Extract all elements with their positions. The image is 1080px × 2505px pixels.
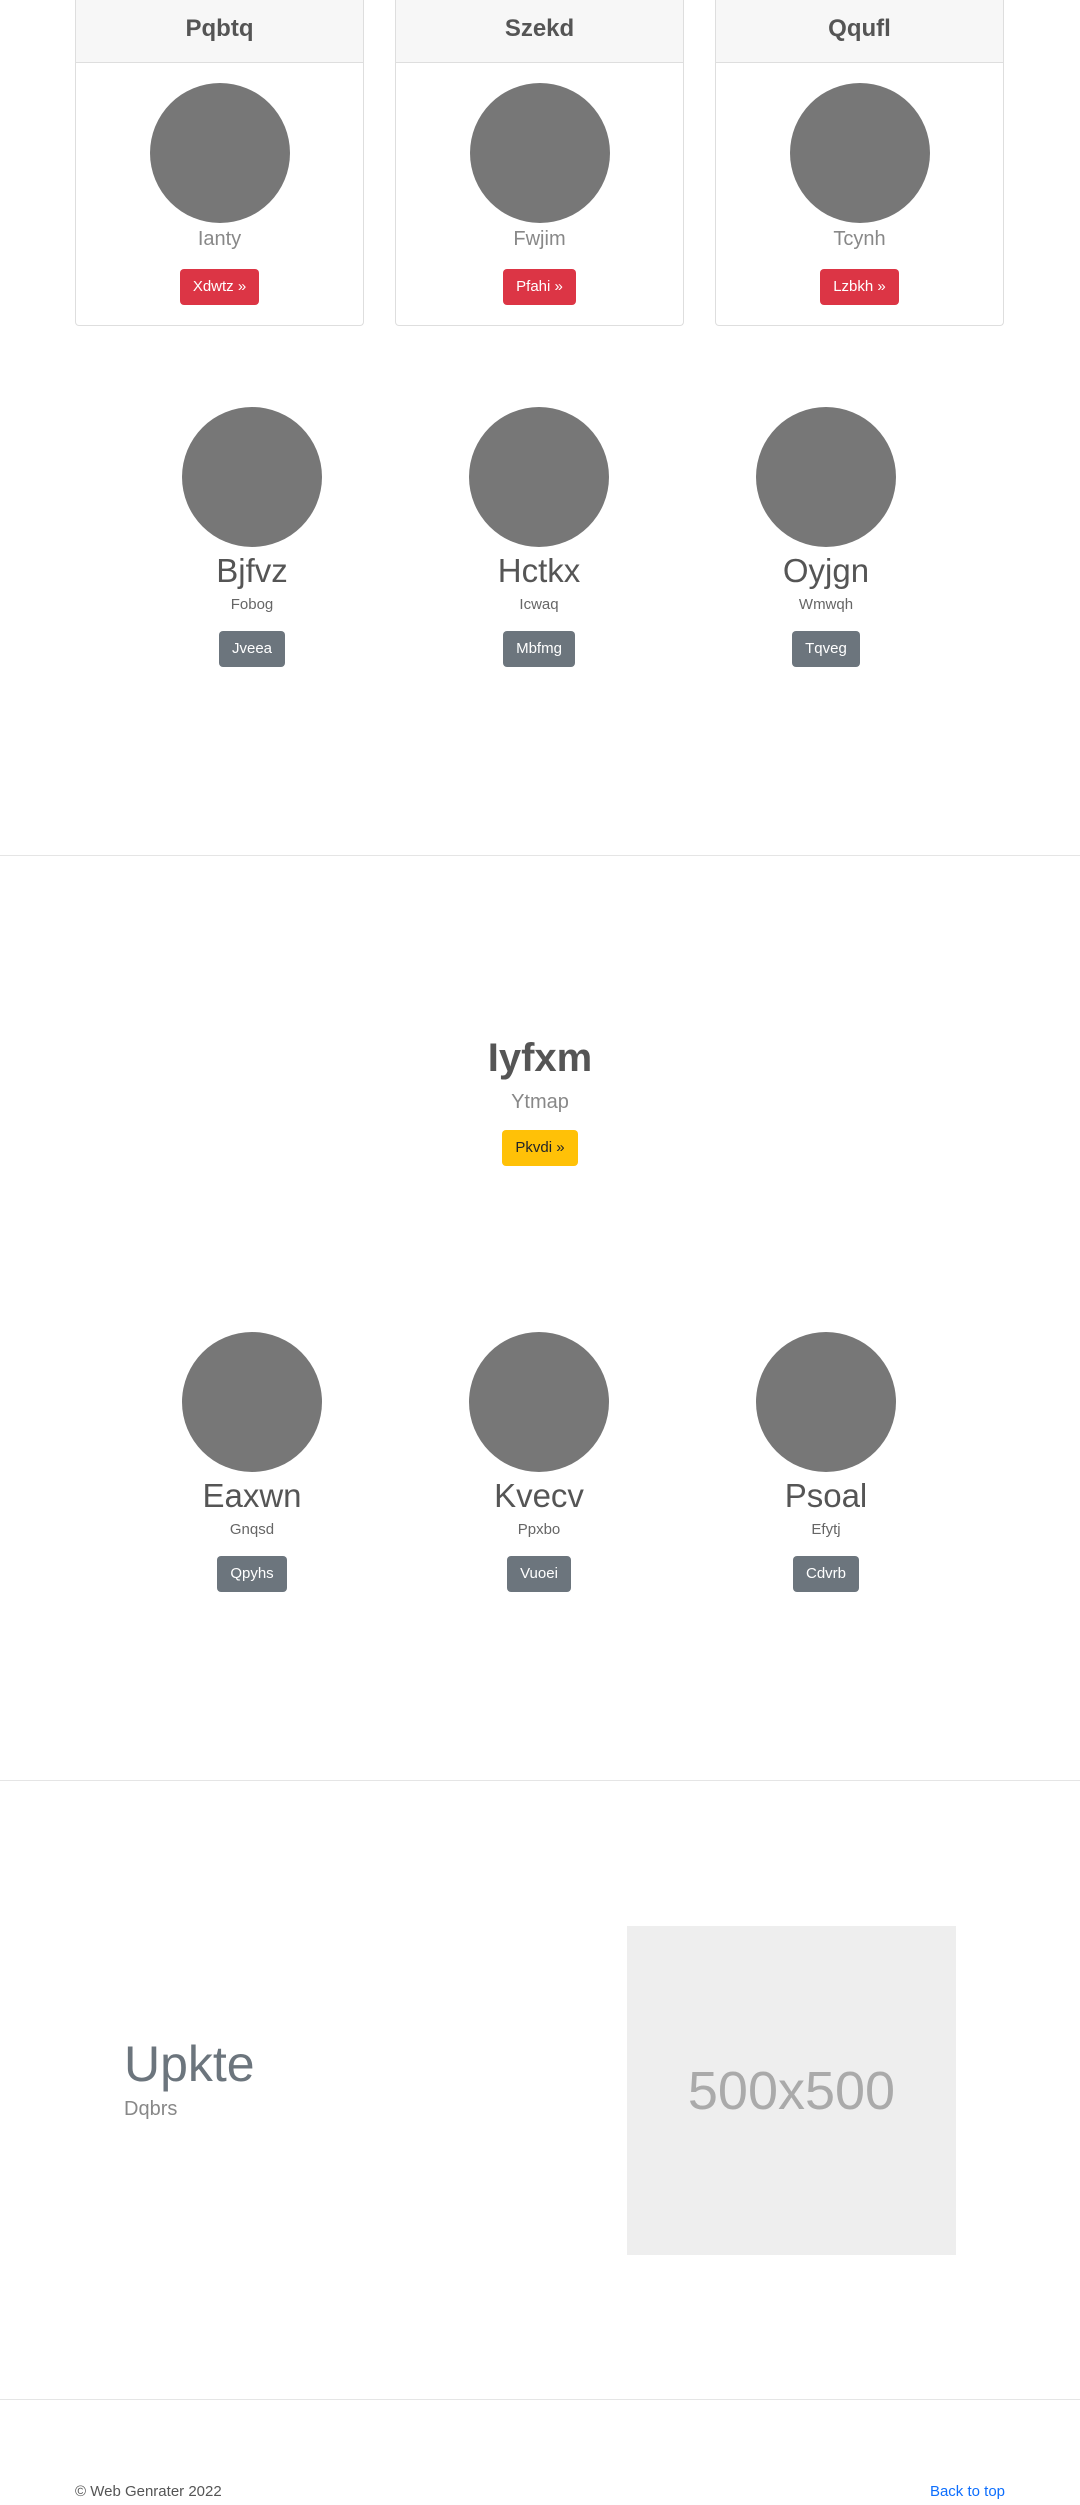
feature-text: Upkte Dqbrs — [124, 2034, 255, 2122]
feature-title: Upkte — [124, 2036, 255, 2092]
circle-title: Hctkx — [497, 552, 581, 589]
circle-subtitle: Gnqsd — [229, 1521, 275, 1538]
circle-title: Kvecv — [494, 1477, 584, 1514]
circle-subtitle: Fobog — [230, 596, 274, 613]
avatar-placeholder — [789, 83, 930, 223]
circle-button[interactable]: Jveea — [218, 631, 286, 667]
card-row: Pqbtq Ianty Xdwtz » Szekd Fwjim Pfahi » … — [75, 0, 1005, 328]
feature-subtitle: Dqbrs — [124, 2098, 178, 2120]
card-header: Szekd — [396, 0, 683, 63]
card-header: Qqufl — [716, 0, 1003, 63]
card-1: Pqbtq Ianty Xdwtz » — [75, 0, 364, 326]
circle-title: Eaxwn — [202, 1477, 302, 1514]
circle-subtitle: Efytj — [811, 1521, 841, 1538]
circle-button[interactable]: Mbfmg — [503, 631, 575, 667]
avatar-placeholder — [149, 83, 290, 223]
circle-subtitle: Wmwqh — [798, 596, 854, 613]
footer-copyright: © Web Genrater 2022 — [75, 2483, 222, 2500]
card-subtitle: Fwjim — [513, 228, 566, 250]
card-2: Szekd Fwjim Pfahi » — [395, 0, 684, 326]
footer-divider — [0, 2399, 1080, 2400]
circle-button[interactable]: Cdvrb — [792, 1556, 859, 1592]
avatar-placeholder — [182, 1332, 322, 1472]
hero-button[interactable]: Pkvdi » — [502, 1130, 578, 1166]
avatar-placeholder — [469, 407, 609, 547]
circle-title: Psoal — [784, 1477, 868, 1514]
card-3: Qqufl Tcynh Lzbkh » — [715, 0, 1004, 326]
back-to-top-link[interactable]: Back to top — [930, 2482, 1005, 2502]
card-subtitle: Tcynh — [833, 228, 886, 250]
circle-item: Psoal Efytj Cdvrb — [706, 1332, 946, 1592]
circle-button[interactable]: Tqveg — [792, 631, 860, 667]
avatar-placeholder — [182, 407, 322, 547]
image-placeholder: 500x500 — [627, 1926, 956, 2255]
card-1-button[interactable]: Xdwtz » — [179, 269, 260, 305]
section-divider — [0, 1780, 1080, 1781]
circle-item: Eaxwn Gnqsd Qpyhs — [132, 1332, 372, 1592]
circle-item: Hctkx Icwaq Mbfmg — [419, 407, 659, 667]
circle-button[interactable]: Vuoei — [507, 1556, 571, 1592]
card-header: Pqbtq — [76, 0, 363, 63]
avatar-placeholder — [756, 407, 896, 547]
card-2-button[interactable]: Pfahi » — [503, 269, 576, 305]
circle-item: Oyjgn Wmwqh Tqveg — [706, 407, 946, 667]
circle-item: Bjfvz Fobog Jveea — [132, 407, 372, 667]
card-subtitle: Ianty — [197, 228, 242, 250]
circle-title: Bjfvz — [216, 552, 288, 589]
hero-section: Iyfxm Ytmap Pkvdi » — [0, 1030, 1080, 1166]
avatar-placeholder — [469, 83, 610, 223]
circle-subtitle: Ppxbo — [517, 1521, 561, 1538]
circle-item: Kvecv Ppxbo Vuoei — [419, 1332, 659, 1592]
section-divider — [0, 855, 1080, 856]
hero-subtitle: Ytmap — [511, 1091, 569, 1113]
image-placeholder-label: 500x500 — [687, 2060, 896, 2121]
circle-button[interactable]: Qpyhs — [217, 1556, 287, 1592]
circle-subtitle: Icwaq — [519, 596, 559, 613]
hero-title: Iyfxm — [487, 1036, 593, 1080]
avatar-placeholder — [469, 1332, 609, 1472]
avatar-placeholder — [756, 1332, 896, 1472]
card-3-button[interactable]: Lzbkh » — [820, 269, 899, 305]
circle-title: Oyjgn — [782, 552, 870, 589]
